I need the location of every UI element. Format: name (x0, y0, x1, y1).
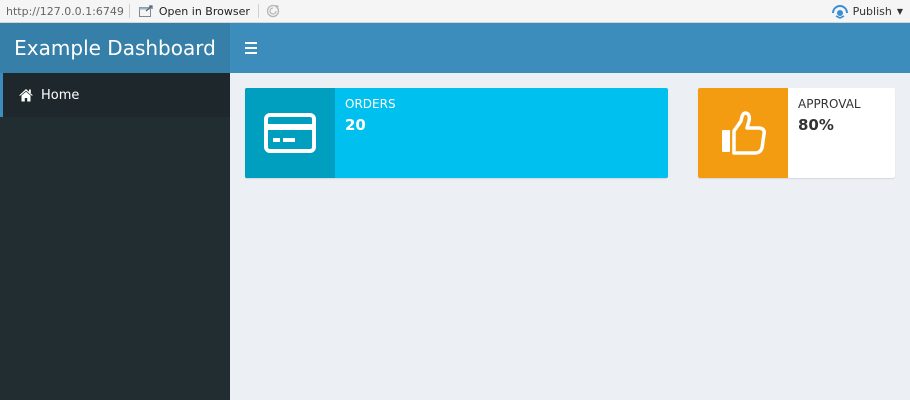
approval-icon-panel (698, 88, 788, 178)
orders-infobox: ORDERS 20 (245, 88, 668, 178)
chevron-down-icon: ▼ (896, 7, 903, 16)
open-in-browser-icon (138, 5, 153, 17)
top-navbar (230, 23, 910, 73)
orders-label: ORDERS (345, 97, 396, 111)
orders-icon-panel (245, 88, 335, 178)
browser-toolbar: http://127.0.0.1:6749 Open in Browser Pu… (0, 0, 910, 23)
sidebar-item-home[interactable]: Home (0, 73, 230, 117)
toolbar-divider (257, 4, 259, 18)
orders-value: 20 (345, 116, 366, 134)
publish-icon (831, 4, 848, 19)
open-in-browser-label: Open in Browser (158, 4, 250, 18)
refresh-icon[interactable] (266, 4, 280, 18)
sidebar-toggle-button[interactable] (245, 40, 258, 55)
credit-card-icon (264, 113, 316, 153)
orders-content: ORDERS 20 (335, 88, 406, 178)
approval-label: APPROVAL (798, 97, 861, 111)
thumbs-up-icon (722, 111, 766, 155)
home-icon (19, 89, 33, 102)
sidebar-item-label: Home (41, 87, 80, 103)
publish-label: Publish (852, 5, 892, 18)
publish-button[interactable]: Publish ▼ (831, 0, 903, 23)
sidebar: Home (0, 73, 230, 400)
url-text[interactable]: http://127.0.0.1:6749 (0, 0, 129, 23)
hamburger-icon-line (245, 42, 257, 44)
approval-value: 80% (798, 116, 834, 134)
dashboard-title: Example Dashboard (0, 23, 230, 73)
hamburger-icon-line (245, 47, 257, 49)
open-in-browser-button[interactable]: Open in Browser (130, 0, 258, 23)
approval-infobox: APPROVAL 80% (698, 88, 895, 178)
hamburger-icon-line (245, 52, 257, 54)
approval-content: APPROVAL 80% (788, 88, 871, 178)
